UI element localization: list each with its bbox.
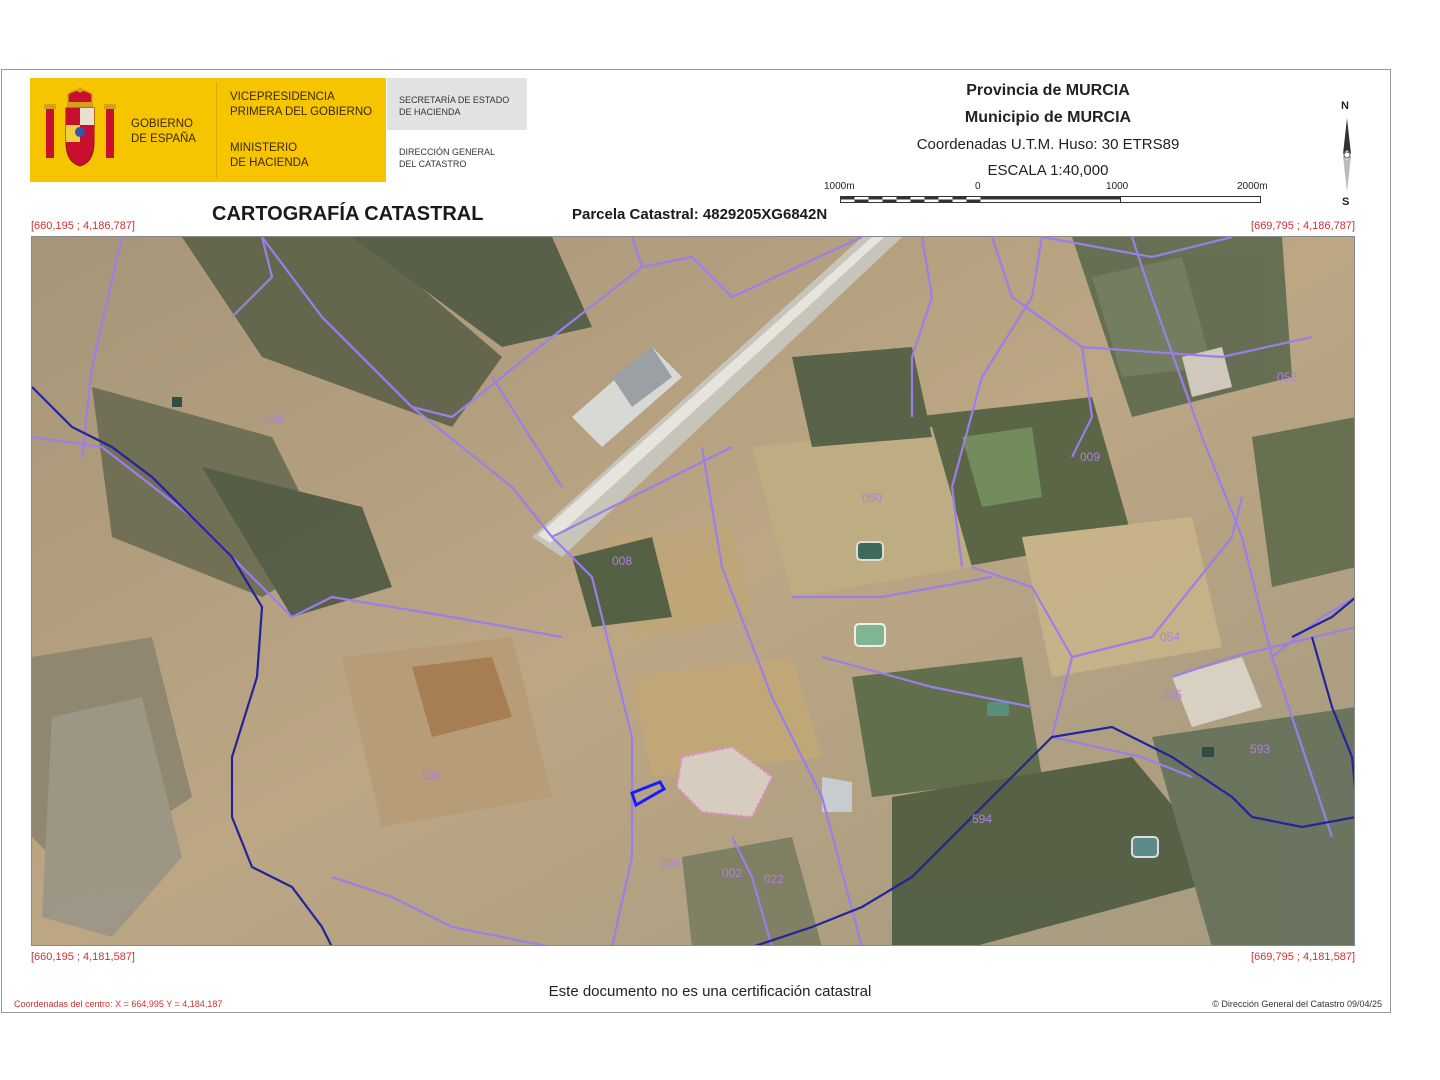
center-coordinates: Coordenadas del centro: X = 664,995 Y = … (14, 999, 223, 1009)
polygon-label: 100 (420, 768, 440, 782)
polygon-label: 005 (1162, 688, 1182, 702)
scale-bar: 1000m 0 1000 2000m (824, 181, 1268, 211)
polygon-label: 002 (722, 866, 742, 880)
logo-dir-line1: DIRECCIÓN GENERAL (399, 147, 496, 157)
map-title: CARTOGRAFÍA CATASTRAL (212, 203, 484, 225)
polygon-label: 052 (1277, 370, 1297, 384)
polygon-label: 022 (764, 872, 784, 886)
coordinate-system-label: Coordenadas U.T.M. Huso: 30 ETRS89 (916, 136, 1180, 153)
corner-coord-top-right: [669,795 ; 4,186,787] (1251, 220, 1355, 232)
province-label: Provincia de MURCIA (966, 82, 1130, 99)
corner-coord-bottom-left: [660,195 ; 4,181,587] (31, 951, 135, 963)
polygon-label: 050 (862, 491, 882, 505)
municipality-label: Municipio de MURCIA (964, 109, 1132, 126)
logo-vice-line1: VICEPRESIDENCIA (230, 91, 335, 103)
polygon-label: 003 (660, 856, 680, 870)
polygon-label: 009 (1080, 450, 1100, 464)
logo-dir-line2: DEL CATASTRO (399, 159, 467, 169)
polygon-label: 594 (972, 812, 992, 826)
aerial-map-graphic: 006 008 050 009 052 054 593 100 003 002 … (32, 237, 1354, 945)
polygon-label: 006 (264, 412, 284, 426)
disclaimer-text: Este documento no es una certificación c… (548, 983, 872, 1000)
polygon-label: 054 (1160, 630, 1180, 644)
scale-tick-label: 0 (975, 181, 981, 192)
logo-gov-line1: GOBIERNO (131, 118, 193, 130)
scale-label: ESCALA 1:40,000 (987, 162, 1109, 179)
logo-sec-line2: DE HACIENDA (399, 107, 461, 117)
logo-min-line1: MINISTERIO (230, 142, 298, 154)
polygon-label: 008 (612, 554, 632, 568)
logo-min-line2: DE HACIENDA (230, 157, 309, 169)
scale-tick-label: 1000 (1106, 181, 1129, 192)
scale-tick-label: 2000m (1237, 181, 1268, 192)
aerial-map[interactable]: 006 008 050 009 052 054 593 100 003 002 … (31, 236, 1355, 946)
polygon-label: 593 (1250, 742, 1270, 756)
north-arrow-icon (1343, 118, 1351, 192)
corner-coord-top-left: [660,195 ; 4,186,787] (31, 220, 135, 232)
parcel-reference: Parcela Catastral: 4829205XG6842N (572, 206, 828, 223)
logo-vice-line2: PRIMERA DEL GOBIERNO (230, 106, 373, 118)
copyright-text: © Dirección General del Catastro 09/04/2… (1212, 999, 1382, 1009)
scale-bar-graphic (840, 196, 1261, 203)
corner-coord-bottom-right: [669,795 ; 4,181,587] (1251, 951, 1355, 963)
logo-sec-line1: SECRETARÍA DE ESTADO (399, 95, 510, 105)
logo-divider (216, 82, 217, 178)
north-label: N (1341, 100, 1349, 112)
scale-tick-label: 1000m (824, 181, 855, 192)
logo-gov-line2: DE ESPAÑA (131, 133, 196, 145)
coat-of-arms-icon (44, 87, 116, 167)
south-label: S (1342, 196, 1350, 208)
